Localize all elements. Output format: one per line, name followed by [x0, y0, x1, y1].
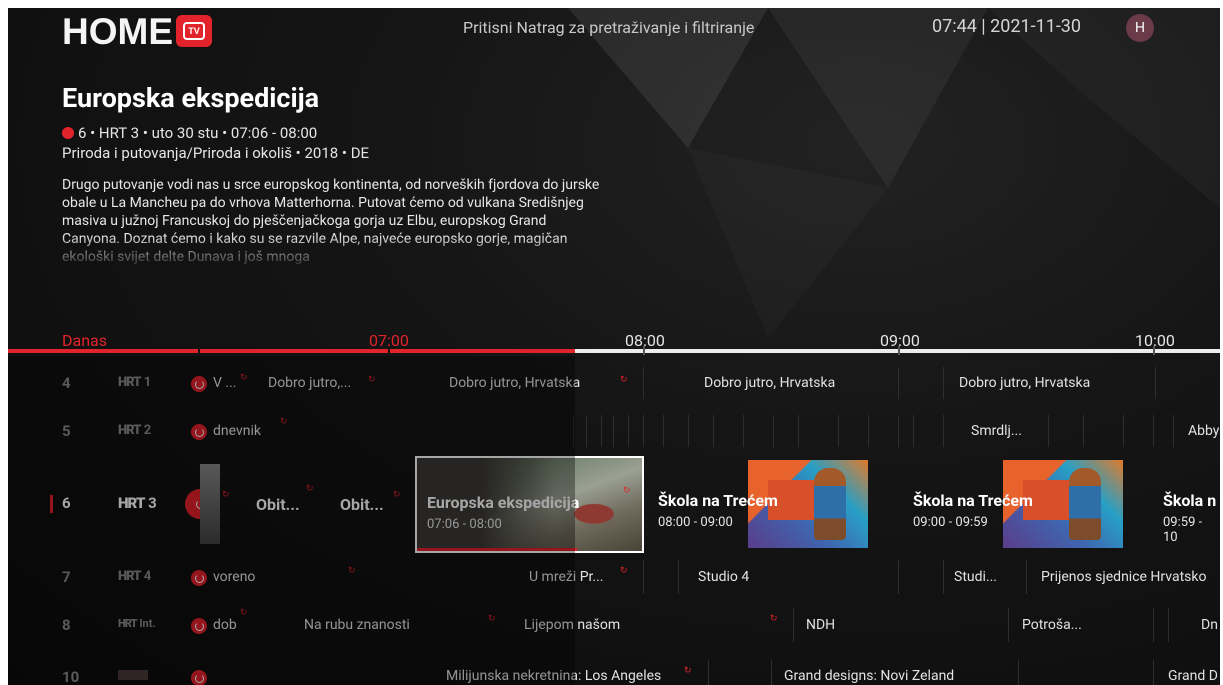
channel-number: 6 — [62, 494, 71, 512]
tv-guide-screen: HOME TV Pritisni Natrag za pretraživanje… — [8, 8, 1220, 685]
channel-logo: HRT 3 — [118, 494, 157, 512]
program-description: Drugo putovanje vodi nas u srce europsko… — [62, 177, 600, 265]
program-cell[interactable]: Obit... — [332, 456, 412, 553]
program-card[interactable]: Škola na Trećem 09:00 - 09:59 — [903, 456, 1153, 553]
timeline-tick — [1153, 346, 1155, 355]
program-cell[interactable]: Prijenos sjednice Hrvatsko — [1033, 556, 1220, 598]
program-card-time: 09:59 - 10 — [1163, 515, 1203, 545]
timeline-tick — [198, 346, 200, 355]
timeline-tick — [388, 346, 390, 355]
channel-row[interactable]: 7 HRT 4 voreno ↻ U mreži Pr... ↻ Studio … — [8, 556, 1220, 598]
program-card-time: 09:00 - 09:59 — [913, 515, 988, 530]
program-cell[interactable]: NDH — [798, 604, 1008, 646]
program-genre: Priroda i putovanja/Priroda i okoliš • 2… — [62, 144, 370, 162]
channel-number: 5 — [62, 422, 71, 440]
focused-program-time: 07:06 - 08:00 — [427, 517, 502, 532]
program-card[interactable]: Škola na Trećem 08:00 - 09:00 — [648, 456, 898, 553]
program-card[interactable]: Škola n 09:59 - 10 — [1153, 456, 1220, 553]
channel-logo: HRT 2 — [118, 423, 152, 438]
program-card-title: Škola n — [1163, 491, 1217, 510]
replay-small-icon: ↻ — [240, 373, 248, 383]
replay-small-icon: ↻ — [623, 486, 631, 496]
program-cell[interactable]: Grand designs: Novi Zeland — [776, 656, 1016, 685]
timeline-tick — [643, 346, 645, 355]
focused-program-card[interactable]: Europska ekspedicija 07:06 - 08:00 ↻ — [415, 456, 644, 553]
channel-number: 8 — [62, 616, 71, 634]
live-dot-icon — [62, 127, 74, 139]
program-progress-bar — [417, 548, 577, 551]
program-title: Europska ekspedicija — [62, 82, 320, 114]
channel-row[interactable]: 10 Milijunska nekretnina: Los Angeles ↻ … — [8, 656, 1220, 685]
logo-text: HOME — [62, 10, 173, 52]
channel-row[interactable]: 4 HRT 1 V ... Dobro jutro,... Dobro jutr… — [8, 363, 1220, 403]
program-cell[interactable]: voreno — [205, 556, 405, 598]
program-cell[interactable]: Na rubu znanosti — [296, 604, 496, 646]
program-cell[interactable]: Dn — [1193, 604, 1220, 646]
program-cell[interactable]: Lijepom našom — [516, 604, 776, 646]
program-cell[interactable]: Smrdlj... — [963, 411, 1043, 451]
channel-row[interactable]: 5 HRT 2 dnevnik ↻ Smrdlj... Abby — [8, 411, 1220, 451]
replay-small-icon: ↻ — [620, 566, 628, 576]
program-cell[interactable]: Dobro jutro, Hrvatska — [690, 363, 898, 403]
channel-logo — [118, 670, 148, 680]
clock-date: 07:44 | 2021-11-30 — [932, 16, 1082, 37]
replay-small-icon: ↻ — [368, 375, 376, 385]
replay-small-icon: ↻ — [222, 490, 230, 500]
replay-small-icon: ↻ — [770, 614, 778, 624]
replay-small-icon: ↻ — [393, 490, 401, 500]
timeline-tick — [898, 346, 900, 355]
program-cell[interactable]: Milijunska nekretnina: Los Angeles — [438, 656, 698, 685]
replay-small-icon: ↻ — [620, 375, 628, 385]
program-cell[interactable]: Abby — [1180, 411, 1220, 451]
replay-small-icon: ↻ — [348, 566, 356, 576]
replay-small-icon: ↻ — [684, 666, 692, 676]
focused-program-title: Europska ekspedicija — [427, 493, 580, 512]
user-avatar[interactable]: H — [1126, 14, 1154, 42]
tv-badge-icon: TV — [176, 15, 212, 47]
background-pattern — [568, 8, 988, 188]
program-cell[interactable]: Studio 4 — [690, 556, 890, 598]
timeline-today: Danas — [62, 331, 107, 350]
channel-logo: HRT 1 — [118, 375, 152, 390]
app-logo: HOME TV — [62, 12, 212, 50]
replay-small-icon: ↻ — [306, 484, 314, 494]
program-cell[interactable]: dnevnik — [205, 411, 435, 451]
program-cell[interactable]: Dobro jutro, Hrvatska — [945, 363, 1155, 403]
replay-small-icon: ↻ — [280, 417, 288, 427]
replay-small-icon: ↻ — [488, 614, 496, 624]
program-cell[interactable]: Obit... — [248, 456, 326, 553]
program-meta: 6 • HRT 3 • uto 30 stu • 07:06 - 08:00 — [62, 124, 317, 142]
channel-number: 10 — [62, 668, 80, 685]
replay-icon — [191, 670, 207, 685]
program-card-time: 08:00 - 09:00 — [658, 515, 733, 530]
program-cell[interactable]: Dobro jutro,... — [260, 363, 430, 403]
program-cell[interactable]: V ... — [205, 363, 260, 403]
program-meta-text: 6 • HRT 3 • uto 30 stu • 07:06 - 08:00 — [78, 124, 318, 142]
search-hint: Pritisni Natrag za pretraživanje i filtr… — [463, 18, 755, 37]
channel-logo: HRT 4 — [118, 569, 152, 584]
program-cell[interactable]: Dobro jutro, Hrvatska — [430, 363, 645, 403]
channel-row[interactable]: 8 HRT Int. dob ↻ Na rubu znanosti ↻ Lije… — [8, 604, 1220, 646]
program-cell[interactable]: U mreži Pr... — [521, 556, 631, 598]
channel-number: 4 — [62, 374, 71, 392]
program-cell[interactable]: Grand D — [1160, 656, 1220, 685]
channel-number: 7 — [62, 568, 71, 586]
timeline-elapsed — [8, 349, 575, 353]
program-thumbnail — [200, 464, 220, 544]
channel-logo: HRT Int. — [118, 617, 156, 630]
program-cell[interactable]: Studi... — [946, 556, 1026, 598]
program-cell[interactable]: Potroša... — [1014, 604, 1144, 646]
program-card-title: Škola na Trećem — [913, 491, 1033, 510]
program-cell[interactable]: dob — [205, 604, 265, 646]
replay-small-icon: ↻ — [240, 608, 248, 618]
program-card-title: Škola na Trećem — [658, 491, 778, 510]
